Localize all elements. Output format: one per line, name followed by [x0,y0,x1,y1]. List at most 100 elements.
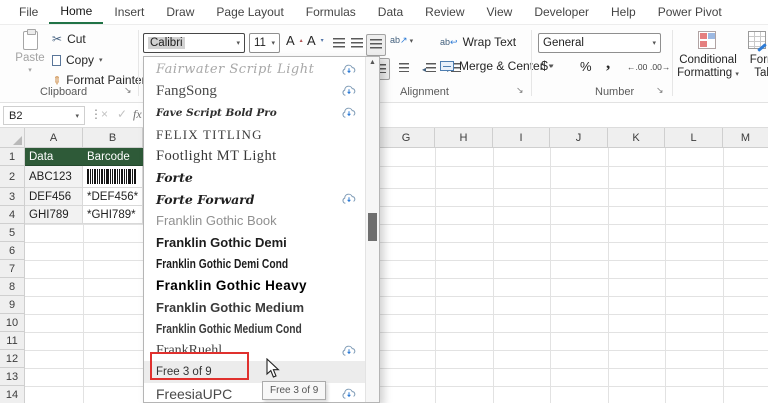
gridline-horizontal [25,314,768,315]
row-header-9[interactable]: 9 [0,296,25,314]
increase-decimal-button[interactable]: ←.00 [627,62,647,72]
font-list-item-forte-forward[interactable]: Forte Forward [144,189,365,211]
brush-icon: ✏ [50,75,63,85]
scrollbar[interactable]: ▲ [365,57,379,402]
ribbon-tab-data[interactable]: Data [367,0,414,24]
ribbon-tab-power-pivot[interactable]: Power Pivot [647,0,733,24]
row-header-5[interactable]: 5 [0,224,25,242]
chevron-down-icon: ▾ [236,40,240,47]
insert-function-icon[interactable]: fx [133,107,142,122]
cell-A1[interactable]: Data [25,148,83,166]
font-list-item-franklin-gothic-book[interactable]: Franklin Gothic Book [144,210,365,232]
top-align-button[interactable] [330,34,348,54]
merge-center-button[interactable]: Merge & Center ▾ [440,59,552,73]
font-list-item-fangsong[interactable]: FangSong [144,81,365,103]
format-as-table-label[interactable]: Format Table [733,54,768,80]
ribbon-tab-review[interactable]: Review [414,0,475,24]
ribbon-tab-insert[interactable]: Insert [103,0,155,24]
decrease-font-size-button[interactable]: A ▾ [307,33,324,48]
cell-B2-barcode[interactable] [83,166,143,188]
column-header-L[interactable]: L [665,128,723,148]
bottom-align-button[interactable] [366,34,386,56]
column-header-A[interactable]: A [25,128,83,148]
ribbon-tab-help[interactable]: Help [600,0,647,24]
font-name-combo[interactable]: Calibri ▾ [143,33,245,53]
cut-button[interactable]: ✂ Cut [52,32,86,46]
alignment-dialog-launcher-icon[interactable]: ↘ [516,85,524,96]
conditional-formatting-button[interactable] [698,31,716,52]
chevron-down-icon: ▾ [271,40,275,47]
cell-A3[interactable]: DEF456 [25,188,83,206]
ribbon-tab-view[interactable]: View [476,0,524,24]
format-as-table-button[interactable] [748,31,766,52]
center-align-button[interactable] [396,58,412,78]
scrollbar-thumb[interactable] [368,213,377,241]
enter-icon[interactable]: ✓ [117,107,127,121]
cell-A2[interactable]: ABC123 [25,166,83,188]
font-list-item-footlight-mt-light[interactable]: Footlight MT Light [144,145,365,167]
font-list-item-fave-script-bold-pro[interactable]: Fave Script Bold Pro [144,102,365,124]
font-size-combo[interactable]: 11 ▾ [249,33,280,53]
font-list-item-fairwater-script-light[interactable]: Fairwater Script Light [144,59,365,81]
row-header-2[interactable]: 2 [0,166,25,188]
middle-align-button[interactable] [348,34,366,54]
increase-font-size-button[interactable]: A ▴ [286,33,303,48]
font-list-item-forte[interactable]: Forte [144,167,365,189]
percent-style-button[interactable]: % [580,59,592,74]
column-header-B[interactable]: B [83,128,143,148]
font-list-item-franklin-gothic-demi-cond[interactable]: Franklin Gothic Demi Cond [144,253,365,275]
cancel-icon[interactable]: × [101,107,108,121]
font-list-item-freesiaupc[interactable]: FreesiaUPC [144,383,365,402]
row-header-4[interactable]: 4 [0,206,25,224]
top-align-icon [333,38,345,48]
row-header-11[interactable]: 11 [0,332,25,350]
decrease-indent-button[interactable]: ◂ [419,58,439,78]
column-header-G[interactable]: G [378,128,435,148]
decrease-decimal-button[interactable]: .00→ [650,62,670,72]
row-header-6[interactable]: 6 [0,242,25,260]
cell-B3[interactable]: *DEF456* [83,188,143,206]
row-header-14[interactable]: 14 [0,386,25,403]
accounting-format-button[interactable]: $ ▾ [541,59,553,73]
font-list-item-felix-titling[interactable]: FELIX TITLING [144,124,365,146]
column-header-J[interactable]: J [550,128,608,148]
cell-B4[interactable]: *GHI789* [83,206,143,224]
row-header-1[interactable]: 1 [0,148,25,166]
number-format-combo[interactable]: General ▾ [538,33,661,53]
clipboard-dialog-launcher-icon[interactable]: ↘ [124,85,132,96]
select-all-button[interactable] [0,128,25,148]
row-header-13[interactable]: 13 [0,368,25,386]
comma-style-button[interactable]: , [606,53,610,73]
column-header-M[interactable]: M [723,128,768,148]
cut-label: Cut [67,32,86,46]
row-header-12[interactable]: 12 [0,350,25,368]
name-box[interactable]: B2 ▾ [3,106,85,125]
name-box-value: B2 [9,109,23,122]
column-header-I[interactable]: I [493,128,550,148]
font-list-item-franklin-gothic-medium-cond[interactable]: Franklin Gothic Medium Cond [144,318,365,340]
cell-B1[interactable]: Barcode [83,148,143,166]
row-header-10[interactable]: 10 [0,314,25,332]
ribbon-tab-home[interactable]: Home [49,0,104,24]
cloud-download-icon [342,345,357,356]
wrap-text-button[interactable]: ab↩ Wrap Text [440,35,516,49]
column-header-K[interactable]: K [608,128,665,148]
row-header-3[interactable]: 3 [0,188,25,206]
font-list-item-franklin-gothic-heavy[interactable]: Franklin Gothic Heavy [144,275,365,297]
font-list-item-franklin-gothic-demi[interactable]: Franklin Gothic Demi [144,232,365,254]
row-header-8[interactable]: 8 [0,278,25,296]
column-header-H[interactable]: H [435,128,493,148]
scroll-up-icon[interactable]: ▲ [366,59,379,66]
ribbon-tab-page-layout[interactable]: Page Layout [205,0,294,24]
copy-button[interactable]: Copy ▾ [52,52,103,67]
ribbon-tab-developer[interactable]: Developer [523,0,600,24]
ribbon-tab-draw[interactable]: Draw [155,0,205,24]
font-list-item-franklin-gothic-medium[interactable]: Franklin Gothic Medium [144,297,365,319]
number-dialog-launcher-icon[interactable]: ↘ [656,85,664,96]
orientation-button[interactable]: ab↗ ▾ [390,35,413,46]
cell-A4[interactable]: GHI789 [25,206,83,224]
ribbon-tab-file[interactable]: File [8,0,49,24]
ribbon-tab-formulas[interactable]: Formulas [295,0,367,24]
paste-button[interactable]: Paste ▾ [10,29,50,89]
row-header-7[interactable]: 7 [0,260,25,278]
